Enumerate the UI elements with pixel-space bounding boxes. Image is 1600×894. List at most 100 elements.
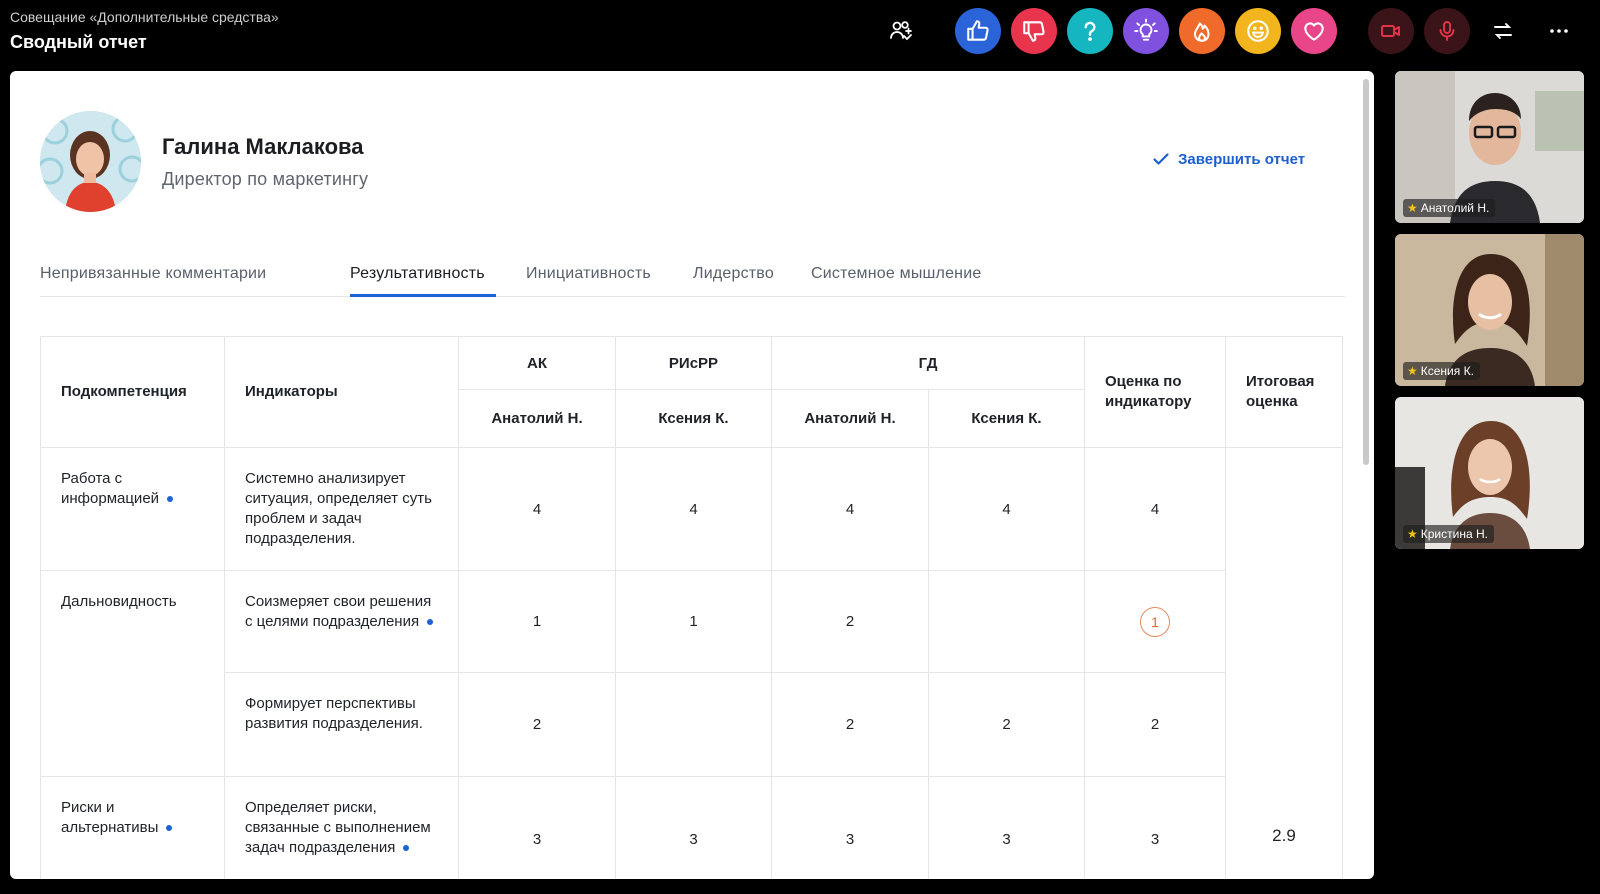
score-cell bbox=[615, 672, 772, 777]
meeting-subtitle: Совещание «Дополнительные средства» bbox=[10, 9, 279, 25]
indicator-score-cell[interactable]: 1 bbox=[1084, 570, 1226, 673]
discrepancy-score-badge[interactable]: 1 bbox=[1140, 606, 1170, 637]
participant-video-tile[interactable]: ★ Ксения К. bbox=[1395, 234, 1584, 386]
tab-effectiveness[interactable]: Результативность bbox=[350, 265, 485, 283]
indicator-cell: Соизмеряет свои решения с целями подразд… bbox=[224, 570, 459, 673]
more-icon bbox=[1550, 29, 1568, 33]
indicator-score-cell: 4 bbox=[1084, 447, 1226, 571]
person-name: Галина Маклакова bbox=[162, 134, 364, 159]
participant-name-label: ★ Ксения К. bbox=[1403, 362, 1480, 380]
star-icon: ★ bbox=[1407, 201, 1418, 215]
tab-initiative[interactable]: Инициативность bbox=[526, 265, 651, 283]
score-cell: 1 bbox=[615, 570, 772, 673]
lightbulb-icon bbox=[1134, 18, 1158, 41]
participant-name-label: ★ Анатолий Н. bbox=[1403, 199, 1496, 217]
reaction-question-button[interactable] bbox=[1067, 8, 1113, 54]
comment-dot-icon[interactable] bbox=[167, 496, 174, 503]
top-bar: Совещание «Дополнительные средства» Свод… bbox=[0, 0, 1600, 70]
check-icon bbox=[1153, 153, 1169, 165]
indicator-cell: Системно анализирует ситуация, определяе… bbox=[224, 447, 459, 571]
more-button[interactable] bbox=[1540, 12, 1578, 50]
header-rater: Ксения К. bbox=[615, 389, 772, 448]
layout-switch-button[interactable] bbox=[1484, 12, 1522, 50]
indicator-score-cell: 3 bbox=[1084, 776, 1226, 879]
header-group-gd: ГД bbox=[771, 336, 1085, 390]
avatar bbox=[40, 111, 141, 212]
subcompetence-cell: Работа с информацией bbox=[40, 447, 225, 571]
header-rater: Анатолий Н. bbox=[771, 389, 929, 448]
header-group-ak: АК bbox=[458, 336, 616, 390]
score-cell: 4 bbox=[928, 447, 1085, 571]
reaction-thumbs-down-button[interactable] bbox=[1011, 8, 1057, 54]
score-cell: 3 bbox=[458, 776, 616, 879]
subcompetence-cell: Риски и альтернативы bbox=[40, 776, 225, 879]
score-cell: 3 bbox=[615, 776, 772, 879]
score-cell: 2 bbox=[771, 672, 929, 777]
table-row: Работа с информацией Системно анализируе… bbox=[40, 447, 1343, 879]
score-cell: 3 bbox=[928, 776, 1085, 879]
header-indicator-score: Оценка по индикатору bbox=[1084, 336, 1226, 448]
reaction-fire-button[interactable] bbox=[1179, 8, 1225, 54]
header-group-risrr: РИсРР bbox=[615, 336, 772, 390]
thumbs-up-icon bbox=[967, 20, 989, 41]
score-cell: 2 bbox=[458, 672, 616, 777]
camera-off-icon bbox=[1381, 25, 1400, 37]
summary-table: Подкомпетенция Индикаторы АК РИсРР ГД Оц… bbox=[40, 336, 1343, 879]
table-row: Риски и альтернативы Определяет риски, с… bbox=[40, 776, 1343, 879]
score-cell: 2 bbox=[928, 672, 1085, 777]
tab-unlinked-comments[interactable]: Непривязанные комментарии bbox=[40, 265, 266, 283]
finish-report-button[interactable]: Завершить отчет bbox=[1152, 150, 1305, 168]
table-row: Дальновидность Соизмеряет свои решения с… bbox=[40, 570, 1343, 777]
indicator-cell: Определяет риски, связанные с выполнение… bbox=[224, 776, 459, 879]
reaction-thumbs-up-button[interactable] bbox=[955, 8, 1001, 54]
score-cell: 3 bbox=[771, 776, 929, 879]
header-rater: Ксения К. bbox=[928, 389, 1085, 448]
score-cell: 4 bbox=[615, 447, 772, 571]
score-cell: 1 bbox=[458, 570, 616, 673]
mic-toggle-button[interactable] bbox=[1424, 8, 1470, 54]
meeting-title: Сводный отчет bbox=[10, 32, 147, 52]
person-role: Директор по маркетингу bbox=[162, 169, 369, 189]
participant-name-label: ★ Кристина Н. bbox=[1403, 525, 1494, 543]
reaction-heart-button[interactable] bbox=[1291, 8, 1337, 54]
tab-systems-thinking[interactable]: Системное мышление bbox=[811, 265, 981, 283]
score-cell: 4 bbox=[771, 447, 929, 571]
star-icon: ★ bbox=[1407, 364, 1418, 378]
header-rater: Анатолий Н. bbox=[458, 389, 616, 448]
comment-dot-icon[interactable] bbox=[403, 845, 410, 852]
competency-tabs: Непривязанные комментарии Результативнос… bbox=[40, 257, 1345, 297]
heart-icon bbox=[1304, 22, 1324, 41]
participant-video-tile[interactable]: ★ Кристина Н. bbox=[1395, 397, 1584, 549]
header-indicators: Индикаторы bbox=[224, 336, 459, 448]
reaction-smile-button[interactable] bbox=[1235, 8, 1281, 54]
report-panel: Галина Маклакова Директор по маркетингу … bbox=[10, 71, 1374, 879]
layout-switch-icon bbox=[1494, 23, 1512, 39]
score-cell: 2 bbox=[771, 570, 929, 673]
final-score-cell: 2.9 bbox=[1225, 447, 1343, 879]
comment-dot-icon[interactable] bbox=[427, 619, 434, 626]
score-cell: 4 bbox=[458, 447, 616, 571]
header-subcompetence: Подкомпетенция bbox=[40, 336, 225, 448]
finish-report-label: Завершить отчет bbox=[1178, 150, 1306, 168]
participant-video-tile[interactable]: ★ Анатолий Н. bbox=[1395, 71, 1584, 223]
smile-icon bbox=[1247, 20, 1269, 42]
reaction-idea-button[interactable] bbox=[1123, 8, 1169, 54]
camera-toggle-button[interactable] bbox=[1368, 8, 1414, 54]
scrollbar[interactable] bbox=[1363, 79, 1369, 465]
comment-dot-icon[interactable] bbox=[166, 825, 173, 832]
active-tab-indicator bbox=[350, 294, 496, 297]
indicator-score-cell: 2 bbox=[1084, 672, 1226, 777]
thumbs-down-icon bbox=[1023, 21, 1045, 42]
mic-icon bbox=[1439, 21, 1455, 41]
table-row: Формирует перспективы развития подраздел… bbox=[41, 672, 1343, 777]
header-final-score: Итоговая оценка bbox=[1225, 336, 1343, 448]
subcompetence-cell: Дальновидность bbox=[40, 570, 225, 777]
people-icon bbox=[890, 21, 912, 41]
question-icon bbox=[1084, 21, 1096, 41]
tab-leadership[interactable]: Лидерство bbox=[693, 265, 774, 283]
participants-button[interactable] bbox=[886, 16, 916, 46]
star-icon: ★ bbox=[1407, 527, 1418, 541]
fire-icon bbox=[1193, 22, 1210, 42]
score-cell bbox=[928, 570, 1085, 673]
indicator-cell: Формирует перспективы развития подраздел… bbox=[224, 672, 459, 777]
